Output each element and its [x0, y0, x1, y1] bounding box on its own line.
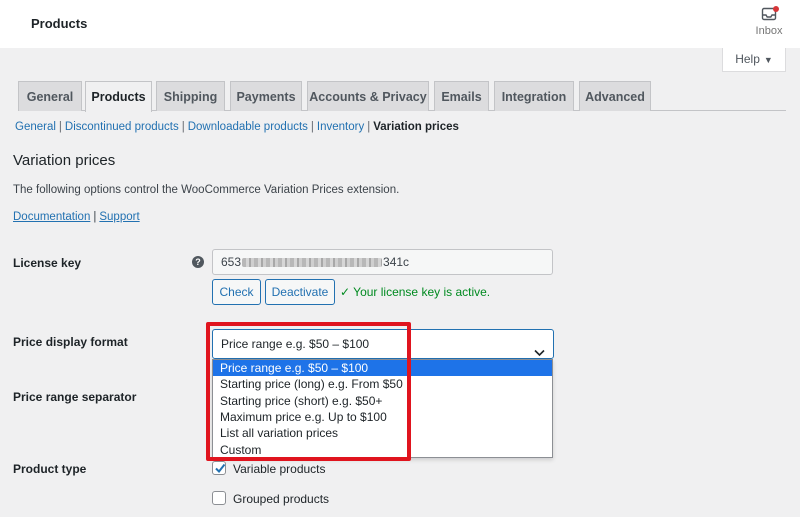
subnav-separator: | [367, 121, 371, 133]
checkmark-icon [215, 463, 226, 474]
subnav-discontinued-products[interactable]: Discontinued products [65, 121, 179, 133]
deactivate-button[interactable]: Deactivate [265, 279, 335, 305]
section-subnav: General | Discontinued products | Downloadab… [15, 121, 459, 133]
top-bar: Products Inbox [0, 0, 800, 48]
tab-general[interactable]: General [18, 81, 82, 111]
subnav-inventory[interactable]: Inventory [317, 121, 364, 133]
caret-down-icon: ▼ [763, 55, 773, 65]
tab-emails[interactable]: Emails [434, 81, 489, 111]
help-button[interactable]: Help ▼ [722, 48, 786, 72]
tab-shipping[interactable]: Shipping [156, 81, 225, 111]
subnav-separator: | [181, 121, 185, 133]
settings-tabs: General Products Shipping Payments Accou… [18, 81, 786, 112]
section-title: Variation prices [13, 152, 116, 169]
subnav-general[interactable]: General [15, 121, 56, 133]
license-status: ✓ Your license key is active. [340, 285, 491, 299]
subnav-separator: | [58, 121, 62, 133]
license-key-label: License key [13, 256, 82, 270]
help-label: Help [735, 52, 760, 66]
subnav-variation-prices: Variation prices [373, 121, 459, 133]
grouped-products-checkbox[interactable] [212, 491, 226, 505]
inbox-icon [748, 6, 790, 22]
subnav-separator: | [310, 121, 314, 133]
variable-products-checkbox[interactable] [212, 461, 226, 475]
question-icon[interactable]: ? [192, 256, 204, 268]
inbox-label: Inbox [755, 25, 783, 37]
annotation-highlight-box [206, 322, 411, 461]
subnav-downloadable-products[interactable]: Downloadable products [188, 121, 308, 133]
support-link[interactable]: Support [99, 211, 139, 223]
variable-products-label: Variable products [233, 462, 326, 476]
section-description: The following options control the WooCom… [13, 184, 400, 196]
tab-accounts-privacy[interactable]: Accounts & Privacy [307, 81, 429, 111]
product-type-label: Product type [13, 462, 87, 476]
grouped-products-label: Grouped products [233, 492, 330, 506]
tab-integration[interactable]: Integration [494, 81, 574, 111]
inbox-button[interactable]: Inbox [748, 6, 790, 42]
price-display-format-label: Price display format [13, 335, 128, 349]
page-title: Products [31, 16, 88, 31]
tab-payments[interactable]: Payments [230, 81, 302, 111]
license-key-suffix: 341c [383, 255, 410, 269]
license-key-prefix: 653 [221, 255, 242, 269]
tab-products[interactable]: Products [85, 81, 152, 112]
check-button[interactable]: Check [212, 279, 261, 305]
documentation-link[interactable]: Documentation [13, 211, 90, 223]
doc-links: Documentation | Support [13, 211, 140, 223]
license-key-redacted [242, 258, 383, 268]
tab-advanced[interactable]: Advanced [579, 81, 651, 111]
notification-dot [773, 6, 779, 12]
link-separator: | [93, 211, 97, 223]
price-range-separator-label: Price range separator [13, 390, 137, 404]
license-key-input[interactable]: 653 341c [212, 249, 553, 275]
